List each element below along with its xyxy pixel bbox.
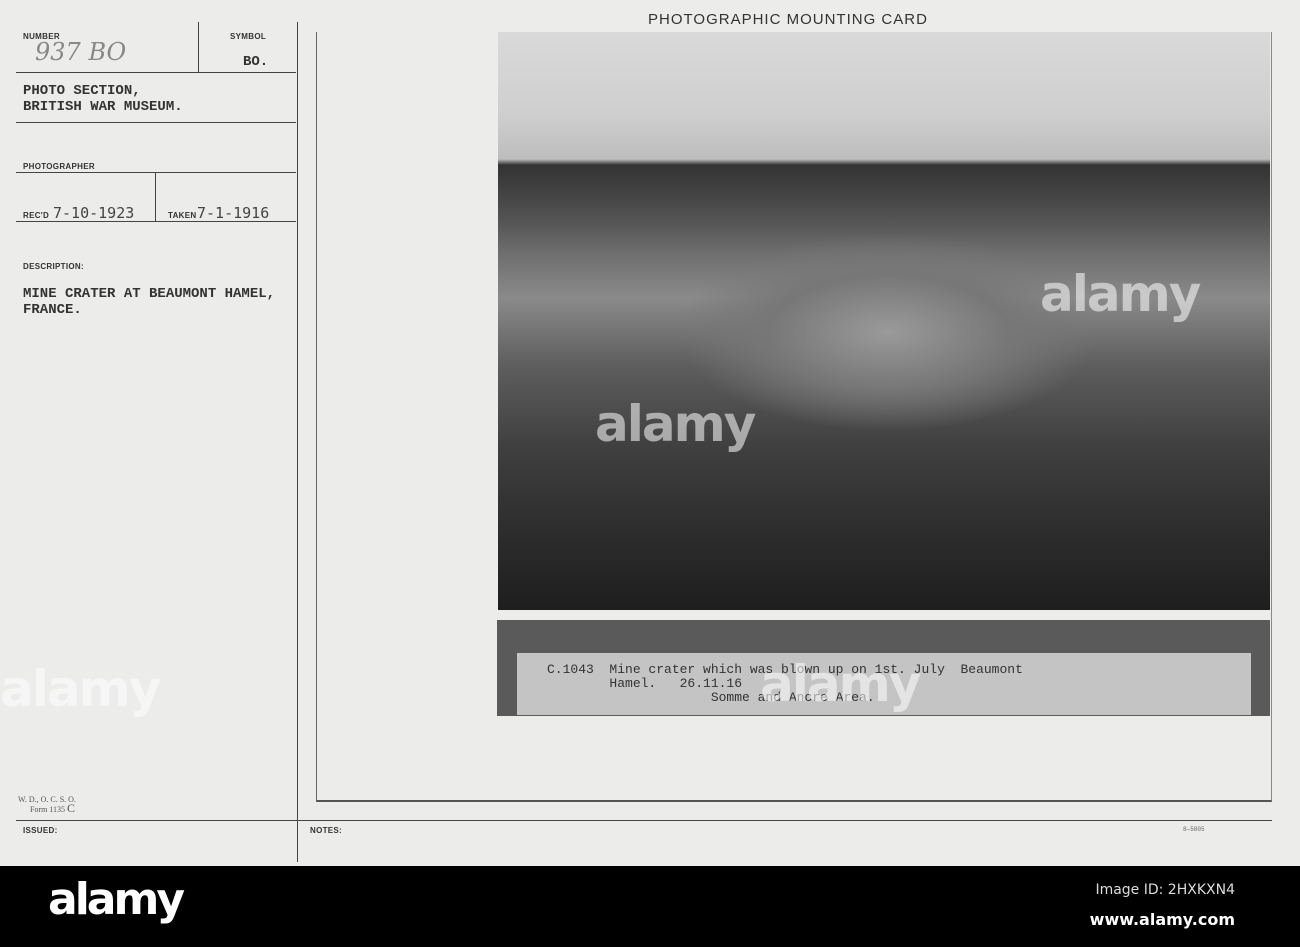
rule	[16, 221, 296, 222]
form-line2: Form 1135	[30, 805, 66, 814]
description-line2: FRANCE.	[23, 302, 82, 318]
symbol-label: SYMBOL	[230, 32, 267, 41]
footer-bar: alamy Image ID: 2HXKXN4 www.alamy.com	[0, 866, 1300, 947]
alamy-url[interactable]: www.alamy.com	[1090, 910, 1235, 929]
rule	[16, 820, 1272, 821]
number-value: 937 BO	[35, 38, 127, 66]
section-line1: PHOTO SECTION,	[23, 83, 141, 99]
card-title: PHOTOGRAPHIC MOUNTING CARD	[648, 11, 928, 28]
taken-value: 7-1-1916	[197, 204, 270, 222]
watermark: alamy	[1040, 265, 1201, 323]
section-line2: BRITISH WAR MUSEUM.	[23, 99, 183, 115]
rule	[16, 72, 296, 73]
rule	[16, 122, 296, 123]
rule	[16, 172, 296, 173]
print-code: 8—5805	[1183, 826, 1205, 833]
number-symbol-divider	[198, 22, 199, 72]
alamy-logo: alamy	[48, 874, 185, 925]
watermark: alamy	[0, 660, 161, 718]
notes-label: NOTES:	[310, 826, 343, 835]
form-number: W. D., O. C. S. O. Form 1135 C	[18, 796, 76, 815]
recd-label: REC'D	[23, 211, 50, 220]
symbol-value: BO.	[243, 54, 269, 70]
watermark: alamy	[595, 395, 756, 453]
recd-value: 7-10-1923	[53, 204, 135, 222]
mounting-card: PHOTOGRAPHIC MOUNTING CARD NUMBER 937 BO…	[0, 0, 1300, 866]
date-divider	[155, 172, 156, 222]
issued-label: ISSUED:	[23, 826, 58, 835]
taken-label: TAKEN	[168, 211, 197, 220]
description-line1: MINE CRATER AT BEAUMONT HAMEL,	[23, 286, 276, 302]
photographer-label: PHOTOGRAPHER	[23, 162, 95, 171]
column-divider	[297, 22, 298, 862]
image-id: Image ID: 2HXKXN4	[1095, 882, 1235, 898]
form-suffix: C	[67, 801, 76, 815]
description-label: DESCRIPTION:	[23, 262, 84, 271]
watermark: alamy	[760, 655, 921, 713]
